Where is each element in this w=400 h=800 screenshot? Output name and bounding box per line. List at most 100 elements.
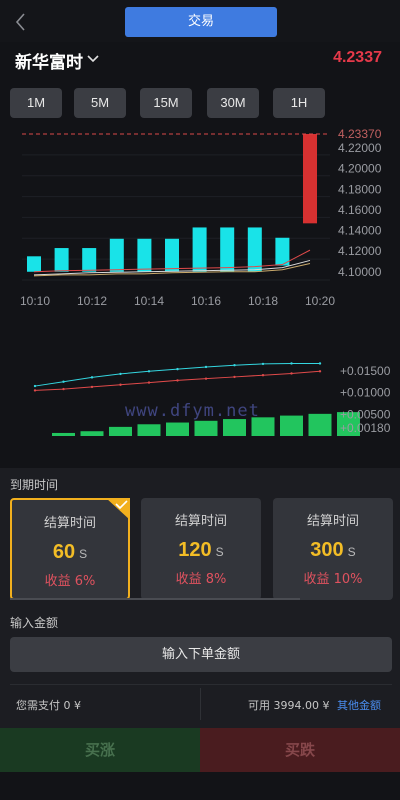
price-axis-label: 4.10000	[338, 265, 382, 279]
option-profit: 收益 6%	[44, 574, 96, 589]
volume-bar	[166, 422, 189, 436]
current-price: 4.2337	[333, 49, 382, 66]
price-bar	[303, 134, 317, 224]
price-axis-label: 4.23370	[338, 127, 382, 141]
indicator-point	[147, 370, 151, 373]
price-axis-label: 4.16000	[338, 203, 382, 217]
price-bar	[54, 248, 69, 272]
option-value: 60	[52, 541, 76, 563]
timeframe-30m[interactable]: 30M	[207, 88, 259, 118]
chevron-down-icon[interactable]	[86, 54, 100, 64]
option-title: 结算时间	[306, 514, 359, 529]
option-value-row: 120 S	[141, 539, 261, 562]
indicator-point	[33, 384, 37, 388]
timeframe-5m[interactable]: 5M	[74, 88, 126, 118]
price-axis-label: 4.14000	[338, 224, 382, 238]
buy-up-button[interactable]: 买涨	[0, 728, 200, 772]
price-bar	[220, 227, 235, 272]
volume-bar	[280, 415, 303, 436]
horizontal-scrollbar[interactable]	[10, 598, 300, 600]
volume-bar	[52, 432, 75, 436]
expiry-option-300[interactable]: 结算时间 300 S 收益 10%	[273, 498, 393, 600]
price-bar	[27, 256, 41, 272]
indicator-point	[233, 375, 236, 379]
price-bar	[192, 227, 207, 272]
volume-bar	[109, 426, 132, 436]
check-icon	[106, 498, 130, 520]
indicator-point	[90, 385, 94, 389]
time-axis-label: 10:10	[20, 294, 50, 308]
price-bar	[165, 238, 179, 272]
time-axis-label: 10:18	[248, 294, 278, 308]
indicator-axis-label: +0.00500	[340, 407, 391, 421]
timeframe-1m[interactable]: 1M	[10, 88, 62, 118]
indicator-point	[62, 387, 65, 391]
indicator-point	[176, 379, 179, 382]
option-unit: S	[79, 547, 88, 561]
option-value: 300	[310, 539, 344, 561]
volume-bar	[308, 413, 332, 436]
volume-bar	[137, 424, 161, 436]
indicator-axis-label: +0.01000	[340, 386, 391, 400]
option-profit: 收益 10%	[303, 572, 363, 587]
option-value: 120	[178, 539, 212, 561]
amount-label: 输入金额	[10, 616, 59, 630]
header-bar: 交易	[0, 0, 400, 42]
indicator-point	[204, 365, 208, 369]
buy-down-button[interactable]: 买跌	[200, 728, 400, 772]
time-axis-label: 10:20	[305, 294, 335, 308]
indicator-point	[119, 383, 122, 386]
indicator-point	[318, 370, 322, 373]
timeframe-1h[interactable]: 1H	[273, 88, 325, 118]
tab-trade[interactable]: 交易	[125, 7, 277, 37]
divider	[10, 684, 392, 685]
indicator-point	[290, 372, 293, 375]
expiry-label: 到期时间	[10, 478, 59, 492]
time-axis-label: 10:16	[191, 294, 221, 308]
price-bar	[275, 237, 290, 266]
option-value-row: 300 S	[273, 539, 393, 562]
option-unit: S	[347, 545, 356, 559]
divider	[200, 688, 201, 720]
time-axis-label: 10:14	[134, 294, 164, 308]
expiry-option-60[interactable]: 结算时间 60 S 收益 6%	[10, 498, 130, 600]
price-bar	[82, 248, 97, 272]
indicator-point	[90, 376, 94, 379]
price-bar	[137, 238, 152, 272]
indicator-point	[318, 362, 322, 365]
indicator-point	[119, 372, 122, 376]
volume-bar	[194, 420, 218, 436]
indicator-axis-label: +0.01500	[340, 364, 391, 378]
other-amount-link[interactable]: 其他金额	[337, 697, 381, 713]
amount-input[interactable]: 输入下单金额	[10, 637, 392, 672]
indicator-point	[33, 389, 37, 392]
payment-required: 您需支付 0 ¥	[16, 699, 81, 712]
symbol-name[interactable]: 新华富时	[15, 48, 83, 73]
price-bar	[247, 227, 262, 272]
timeframe-15m[interactable]: 15M	[140, 88, 192, 118]
price-axis-label: 4.22000	[338, 141, 382, 155]
indicator-axis-label: +0.00180	[340, 421, 391, 435]
indicator-point	[147, 381, 151, 384]
option-title: 结算时间	[174, 514, 227, 529]
option-profit: 收益 8%	[175, 572, 227, 587]
indicator-point	[290, 362, 293, 365]
indicator-point	[261, 362, 265, 366]
time-axis-label: 10:12	[77, 294, 107, 308]
price-bar	[109, 238, 124, 272]
volume-bar	[223, 419, 246, 436]
price-axis-label: 4.12000	[338, 244, 382, 258]
price-axis-label: 4.20000	[338, 162, 382, 176]
indicator-point	[204, 377, 208, 380]
available-balance: 可用 3994.00 ¥	[248, 699, 330, 712]
volume-bar	[80, 431, 104, 436]
bottom-bar	[0, 772, 400, 800]
price-axis-label: 4.18000	[338, 182, 382, 196]
indicator-point	[62, 380, 65, 383]
indicator-point	[261, 374, 265, 377]
back-icon[interactable]	[10, 8, 32, 36]
expiry-option-120[interactable]: 结算时间 120 S 收益 8%	[141, 498, 261, 600]
indicator-point	[233, 364, 236, 367]
option-value-row: 60 S	[12, 541, 128, 564]
watermark: www.dfym.net	[125, 401, 260, 421]
